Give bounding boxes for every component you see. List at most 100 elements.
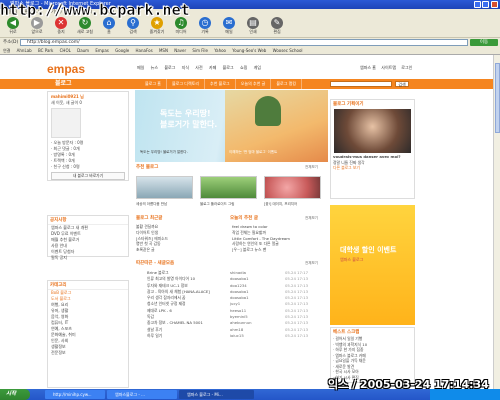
web-page: empas 메일 뉴스 블로그 지식 사전 카페 블로그 쇼핑 게임 엠파스 홈… [0,55,493,389]
nav-news[interactable]: 뉴스 [151,65,158,70]
nav-blog-2[interactable]: 블로그 [223,65,234,70]
task-empas-1[interactable]: 엠파스블로그 - ... [107,390,177,399]
new-posts-title: 따끈따끈 - 새글모음 [136,261,175,266]
start-button[interactable]: 시작 [0,389,30,400]
tab-recommended[interactable]: 추천 블로그 [205,79,236,89]
my-blog-button[interactable]: 내 블로그 바로가기 [51,172,125,180]
minimize-button[interactable] [474,1,481,8]
link-empas-home[interactable]: 엠파스 홈 [360,65,376,70]
link-youngseo[interactable]: Young-Seo's Web [232,48,266,53]
side-banner-text: 이해하는 '딴 엄마 블로그' 이벤트 [229,150,278,154]
address-label: 주소(D) [3,40,19,45]
new-posts-more[interactable]: 전체보기 [305,261,318,266]
banner-caption: 독도는 우리땅! 블로거가 말한다. [140,150,188,154]
link-simfile[interactable]: Sim File [192,48,208,53]
section-title[interactable]: 블로그 [55,80,72,88]
banner-line-2: 블로거가 말한다. [160,120,218,129]
favorites-button[interactable]: ★ 즐겨찾기 [146,17,168,37]
table-row[interactable]: 하루 일기 ioiuc15 05.24 17:13 [135,333,328,339]
tab-ranking[interactable]: 블로그 랭킹 [271,79,302,89]
forward-button[interactable]: ▶ 앞으로 [26,17,48,37]
back-button[interactable]: ◀ 뒤로 [2,17,24,37]
ad-banner[interactable]: 대학생 할인 이벤트 엠파스 블로그 [330,205,415,325]
tab-blog-directory[interactable]: 블로그 디렉토리 [167,79,206,89]
recommend-caption-2[interactable]: 블로그 폴라로이드 그림 [200,202,234,207]
link-daum[interactable]: Daum [77,48,89,53]
banner-line-1: 독도는 우리땅! [160,109,211,118]
empas-logo[interactable]: empas [47,62,85,76]
home-button[interactable]: ⌂ 홈 [98,17,120,37]
recommend-thumb-2[interactable] [200,176,257,199]
side-banner[interactable]: 이해하는 '딴 엄마 블로그' 이벤트 [225,90,328,162]
list-item[interactable]: 초록같은 글 [136,247,168,253]
timestamp-overlay: 익스 / 2005-03-24 17:14:34 [328,378,489,391]
nav-mail[interactable]: 메일 [137,65,144,70]
link-msn[interactable]: MSN [159,48,168,53]
nav-knowledge[interactable]: 지식 [182,65,189,70]
link-chol[interactable]: CHOL [60,48,71,53]
link-bcpark[interactable]: BC Park [38,48,53,53]
refresh-button[interactable]: ↻ 새로 고침 [74,17,96,37]
featured-photo[interactable] [334,109,411,153]
featured-more[interactable]: 다른 블로그 보기 [331,165,414,171]
notice-box: 공지사항 엠파스 블로그 새 개편 DVD 무료 이벤트 매월 추천 블로거 사… [47,215,129,260]
nav-dictionary[interactable]: 사전 [195,65,202,70]
today-posts-title: 오늘의 추천 글 [230,216,258,221]
link-empas[interactable]: Empas [95,48,109,53]
ad-text: 대학생 할인 이벤트 [340,246,397,254]
link-woosec[interactable]: Woosec School [273,48,303,53]
nav-shopping[interactable]: 쇼핑 [240,65,247,70]
nav-cafe[interactable]: 카페 [209,65,216,70]
stop-button[interactable]: ✕ 중지 [50,17,72,37]
go-button[interactable]: 이동 [470,39,498,46]
today-posts-more[interactable]: 전체보기 [305,216,318,221]
link-yahoo[interactable]: Yahoo [214,48,226,53]
link-hanafos[interactable]: HanaFos [136,48,153,53]
site-nav: 메일 뉴스 블로그 지식 사전 카페 블로그 쇼핑 게임 [137,65,266,71]
recommend-caption-3[interactable]: [꽃!] 데이지, 프리지어 [264,202,297,207]
search-button[interactable]: ⚲ 검색 [122,17,144,37]
recommend-thumb-3[interactable] [264,176,321,199]
vertical-scrollbar[interactable] [493,55,500,389]
print-icon: ▤ [247,17,259,29]
address-input[interactable]: http://blog.empas.com/ [20,39,468,46]
recommend-thumb-1[interactable] [136,176,193,199]
category-box: 카테고리 BoB 블로그 도서 블로그 여행, 요리 유머, 생활 음악, 영화… [47,280,129,388]
nav-blog[interactable]: 블로그 [164,65,175,70]
tab-blog-home[interactable]: 블로그 홈 [140,79,167,89]
blog-section-bar: 블로그 블로그 홈 블로그 디렉토리 추천 블로그 오늘의 추천 글 블로그 랭킹 검색 [0,79,493,89]
link-sitemap[interactable]: 사이트맵 [381,65,396,70]
blog-search-input[interactable] [330,81,392,87]
scroll-thumb[interactable] [495,63,500,133]
history-button[interactable]: ◷ 기록 [194,17,216,37]
recommend-more[interactable]: 전체보기 [305,165,318,170]
notice-item[interactable]: 필독 공지 [48,255,128,261]
maximize-button[interactable] [482,1,489,8]
link-google[interactable]: Google [115,48,129,53]
profile-name[interactable]: mahimi0921 님 [48,92,128,100]
profile-box: mahimi0921 님 새 이웃, 새 글이 0 · 오늘 방문자 : 0명 … [47,91,129,181]
edit-button[interactable]: ✎ 편집 [266,17,288,37]
link-naver[interactable]: Naver [174,48,186,53]
tab-today-posts[interactable]: 오늘의 추천 글 [236,79,272,89]
close-button[interactable] [491,1,498,8]
browser-toolbar: ◀ 뒤로 ▶ 앞으로 ✕ 중지 ↻ 새로 고침 ⌂ 홈 ⚲ 검색 ★ 즐겨찾기 ♫ 미디어 ◷ 기… [0,16,500,38]
mail-icon: ✉ [223,17,235,29]
blog-tabs: 블로그 홈 블로그 디렉토리 추천 블로그 오늘의 추천 글 블로그 랭킹 [140,79,302,89]
list-item[interactable]: [우~] 블로그 뉴스 팬 [232,247,290,253]
print-button[interactable]: ▤ 인쇄 [242,17,264,37]
media-button[interactable]: ♫ 미디어 [170,17,192,37]
watermark-text: http://www.bcpark.net [0,1,190,20]
task-minihp[interactable]: http://minihp.cyw... [45,390,105,399]
category-item[interactable]: 전문정보 [48,350,128,356]
category-title: 카테고리 [48,281,128,290]
mail-button[interactable]: ✉ 메일 [218,17,240,37]
link-login[interactable]: 로그인 [401,65,412,70]
link-ahnlab[interactable]: AhnLab [17,48,32,53]
blog-search-button[interactable]: 검색 [395,81,409,87]
banner-character [255,96,281,126]
recommend-caption-1[interactable]: 세상의 아름다움 만남 [136,202,167,207]
links-label: 연결 [3,48,11,53]
task-empas-2[interactable]: 엠파스 블로그 - Mi... [179,390,254,399]
nav-game[interactable]: 게임 [254,65,261,70]
